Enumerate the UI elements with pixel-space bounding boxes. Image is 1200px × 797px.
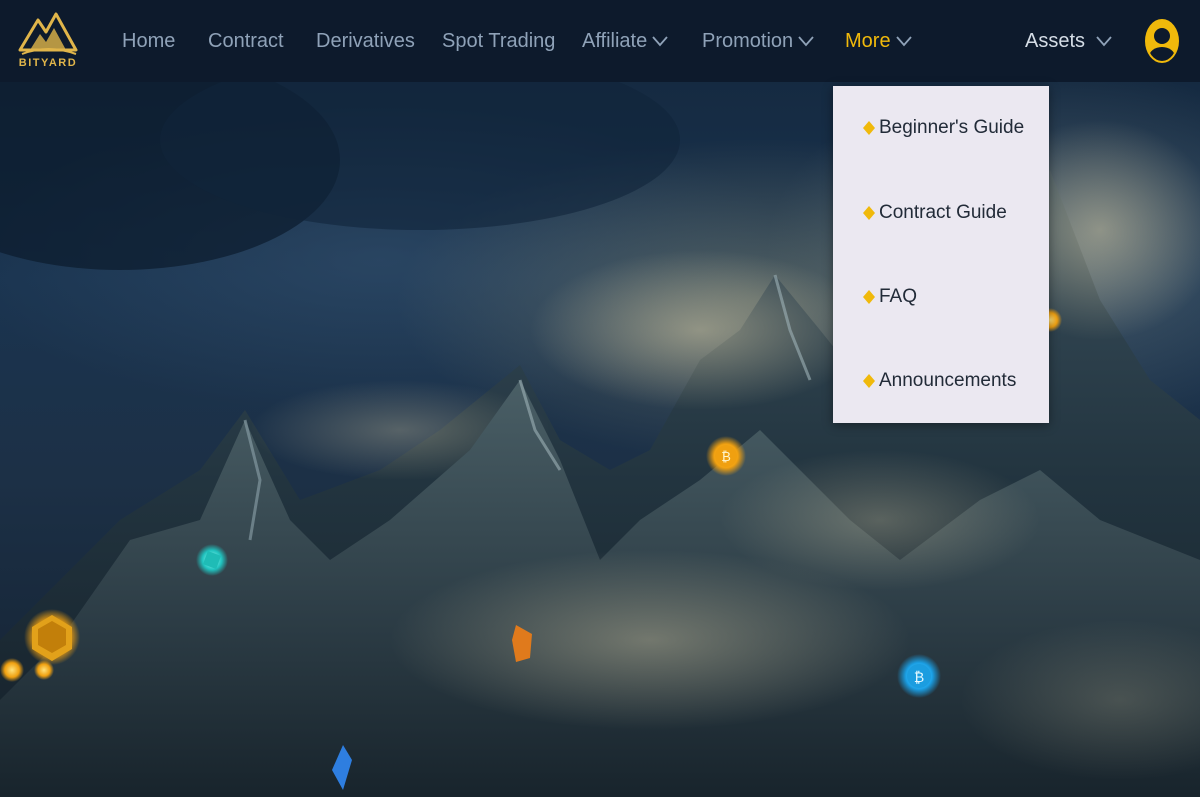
- nav-assets[interactable]: Assets: [1025, 28, 1113, 54]
- diamond-bullet-icon: [863, 206, 875, 220]
- nav-contract[interactable]: Contract: [208, 28, 284, 54]
- menu-item-announcements[interactable]: Announcements: [863, 367, 1016, 395]
- nav-contract-label: Contract: [208, 29, 284, 52]
- chevron-down-icon: [1096, 36, 1112, 47]
- nav-promotion-label: Promotion: [702, 29, 794, 52]
- nav-spot-trading-label: Spot Trading: [442, 29, 556, 52]
- svg-text:₿: ₿: [914, 670, 924, 686]
- menu-item-label: Announcements: [879, 370, 1017, 391]
- chevron-down-icon: [798, 36, 814, 47]
- svg-text:₿: ₿: [721, 450, 731, 465]
- nav-more[interactable]: More: [845, 28, 913, 54]
- menu-item-label: Beginner's Guide: [879, 117, 1025, 138]
- nav-spot-trading[interactable]: Spot Trading: [442, 28, 555, 54]
- mountain-logo-icon: [18, 12, 78, 55]
- menu-item-faq[interactable]: FAQ: [863, 283, 917, 311]
- nav-affiliate[interactable]: Affiliate: [582, 28, 669, 54]
- brand-name: BITYARD: [18, 57, 78, 69]
- menu-item-label: Contract Guide: [879, 202, 1007, 223]
- nav-more-label: More: [845, 29, 891, 52]
- nav-home[interactable]: Home: [122, 28, 175, 54]
- nav-derivatives-label: Derivatives: [316, 29, 415, 52]
- chevron-down-icon: [895, 36, 912, 47]
- menu-item-contract-guide[interactable]: Contract Guide: [863, 199, 1007, 227]
- top-navigation: BITYARD Home Contract Derivatives Spot T…: [0, 0, 1200, 82]
- nav-derivatives[interactable]: Derivatives: [316, 28, 415, 54]
- user-icon: [1149, 28, 1175, 61]
- nav-assets-label: Assets: [1025, 29, 1086, 52]
- bityard-logo[interactable]: BITYARD: [16, 10, 80, 72]
- nav-promotion[interactable]: Promotion: [702, 28, 815, 54]
- diamond-bullet-icon: [863, 374, 875, 388]
- more-dropdown-menu: Beginner's Guide Contract Guide FAQ Anno…: [833, 86, 1049, 423]
- menu-item-label: FAQ: [879, 286, 918, 307]
- nav-home-label: Home: [122, 29, 176, 52]
- user-avatar-button[interactable]: [1145, 19, 1179, 63]
- diamond-bullet-icon: [863, 121, 875, 135]
- diamond-bullet-icon: [863, 290, 875, 304]
- chevron-down-icon: [652, 36, 668, 47]
- nav-affiliate-label: Affiliate: [582, 29, 648, 52]
- menu-item-beginners-guide[interactable]: Beginner's Guide: [863, 114, 1024, 142]
